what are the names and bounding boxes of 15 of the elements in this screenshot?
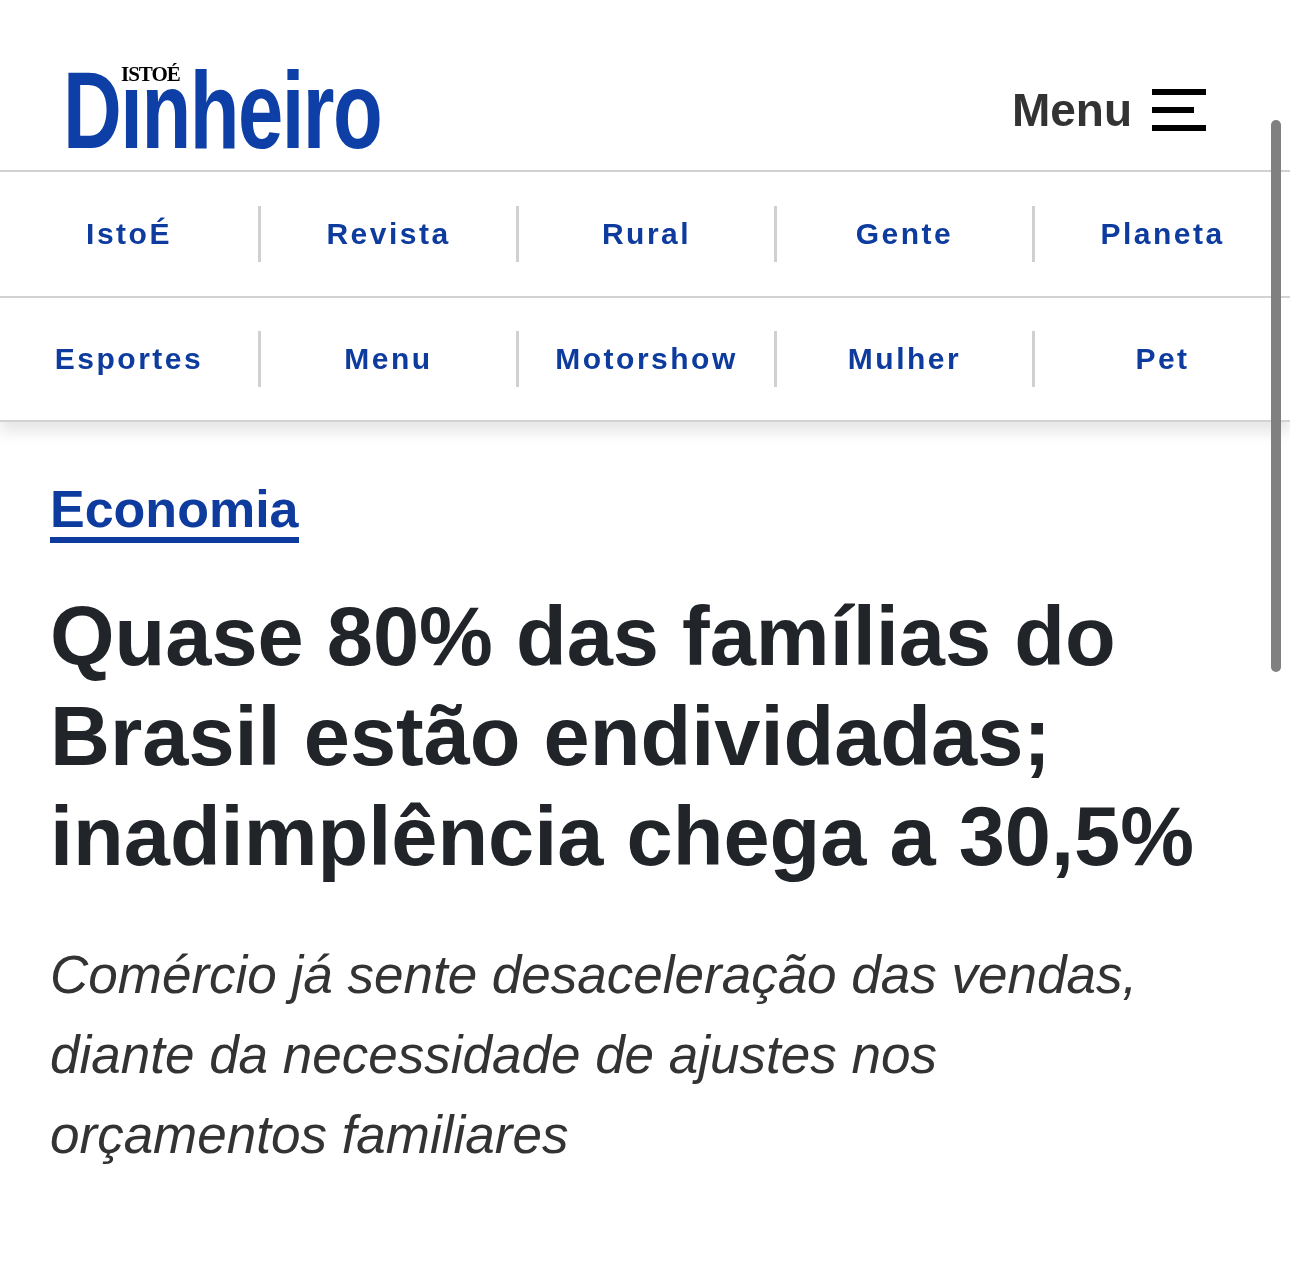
nav-link[interactable]: Esportes (54, 344, 204, 374)
category-link[interactable]: Economia (50, 483, 299, 543)
nav-link[interactable]: Menu (344, 344, 433, 374)
nav-link[interactable]: Gente (855, 219, 954, 249)
menu-button[interactable]: Menu (1011, 87, 1206, 133)
nav-link[interactable]: Revista (326, 219, 451, 249)
menu-icon (1152, 89, 1206, 131)
article-subtitle: Comércio já sente desaceleração das vendas, diante da necessidade de ajustes nos orçamentos familiares (50, 944, 1139, 1166)
nav-link[interactable]: Mulher (847, 344, 962, 374)
nav-link[interactable]: Motorshow (555, 344, 738, 374)
article-headline: Quase 80% das famílias do Brasil estão endividadas; inadimplência chega a 30,5% (50, 589, 1196, 885)
nav-link[interactable]: Planeta (1100, 219, 1225, 249)
nav-link[interactable]: Rural (601, 219, 692, 249)
nav-link[interactable]: Pet (1135, 344, 1190, 374)
nav-link[interactable]: IstoÉ (86, 219, 172, 249)
